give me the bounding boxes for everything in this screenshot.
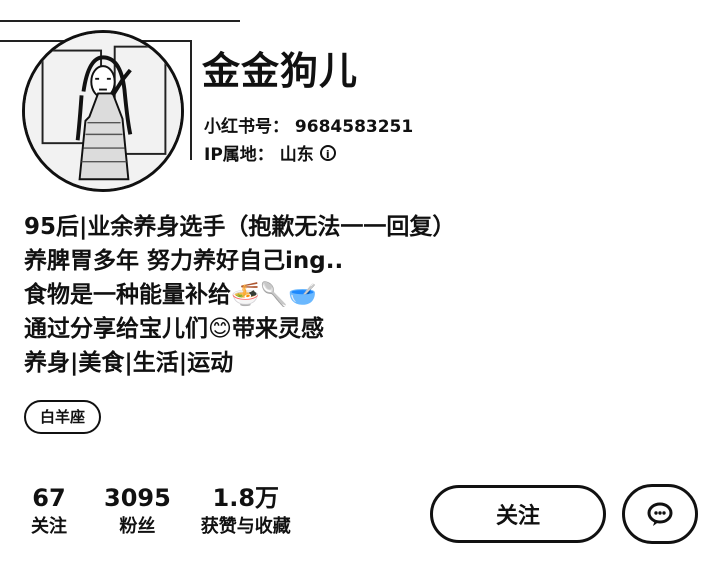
stat-label: 粉丝 — [119, 516, 156, 537]
stat-value: 67 — [32, 484, 66, 512]
stat-label: 获赞与收藏 — [200, 516, 291, 537]
profile-screen: 金金狗儿 小红书号： 9684583251 IP属地： 山东 i 95后|业余养… — [0, 0, 726, 576]
profile-ip-label: IP属地： — [204, 145, 274, 165]
profile-id-value[interactable]: 9684583251 — [295, 117, 413, 137]
info-icon[interactable]: i — [319, 144, 336, 161]
background-line — [0, 20, 240, 22]
bio-line: 养脾胃多年 努力养好自己ing.. — [24, 248, 344, 274]
message-button[interactable] — [622, 484, 698, 544]
profile-bio: 95后|业余养身选手（抱歉无法一一回复） 养脾胃多年 努力养好自己ing.. 食… — [24, 210, 544, 380]
follow-button[interactable]: 关注 — [430, 485, 606, 543]
profile-stats: 67 关注 3095 粉丝 1.8万 获赞与收藏 — [24, 484, 291, 542]
background-line — [190, 40, 192, 160]
stat-following[interactable]: 67 关注 — [24, 484, 74, 542]
stat-followers[interactable]: 3095 粉丝 — [104, 484, 171, 542]
zodiac-tag[interactable]: 白羊座 — [24, 400, 102, 434]
profile-id-label: 小红书号： — [204, 117, 289, 137]
bio-line: 95后|业余养身选手（抱歉无法一一回复） — [24, 214, 456, 240]
bio-line: 食物是一种能量补给🍜🥄🥣 — [24, 282, 317, 308]
stat-label: 关注 — [31, 516, 67, 537]
bio-line: 养身|美食|生活|运动 — [24, 350, 234, 376]
stat-likes-collects[interactable]: 1.8万 获赞与收藏 — [201, 484, 291, 542]
profile-ip-value: 山东 — [279, 145, 314, 165]
chat-bubble-icon — [647, 502, 673, 526]
avatar[interactable] — [22, 30, 184, 192]
bio-line: 通过分享给宝儿们😊带来灵感 — [24, 316, 324, 342]
profile-id: 小红书号： 9684583251 — [204, 112, 413, 137]
stat-value: 1.8万 — [212, 484, 280, 512]
avatar-image — [25, 33, 181, 189]
profile-name: 金金狗儿 — [202, 49, 359, 93]
profile-ip: IP属地： 山东 i — [204, 140, 336, 165]
stat-value: 3095 — [104, 484, 171, 512]
